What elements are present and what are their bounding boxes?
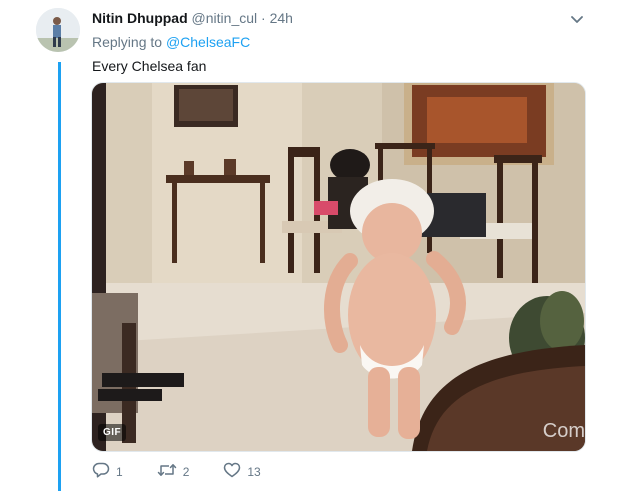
thread-line — [58, 62, 61, 491]
retweet-icon — [157, 462, 183, 481]
timestamp[interactable]: 24h — [270, 10, 293, 26]
gif-badge: GIF — [98, 424, 127, 441]
heart-icon — [223, 462, 247, 481]
replying-to: Replying to @ChelseaFC — [92, 33, 250, 51]
tweet-text: Every Chelsea fan — [92, 58, 207, 74]
author-name[interactable]: Nitin Dhuppad — [92, 10, 188, 26]
reply-mention-link[interactable]: @ChelseaFC — [166, 34, 250, 50]
gif-media[interactable]: GIF Com — [91, 82, 586, 452]
replying-to-label: Replying to — [92, 34, 163, 50]
author-handle[interactable]: @nitin_cul — [192, 10, 258, 26]
reply-icon — [92, 462, 116, 481]
chevron-down-icon[interactable] — [571, 12, 583, 23]
tweet-actions: 1 2 13 — [92, 462, 295, 481]
video-watermark: Com — [542, 420, 585, 442]
separator-dot: · — [261, 10, 266, 26]
retweet-count: 2 — [182, 464, 190, 479]
avatar-image — [36, 8, 80, 52]
avatar[interactable] — [36, 8, 80, 52]
like-count: 13 — [247, 464, 261, 479]
like-button[interactable]: 13 — [223, 462, 261, 481]
reply-button[interactable]: 1 — [92, 462, 123, 481]
gif-frame — [92, 83, 585, 451]
tweet-header: Nitin Dhuppad @nitin_cul · 24h — [92, 9, 590, 27]
reply-count: 1 — [116, 464, 123, 479]
retweet-button[interactable]: 2 — [157, 462, 190, 481]
